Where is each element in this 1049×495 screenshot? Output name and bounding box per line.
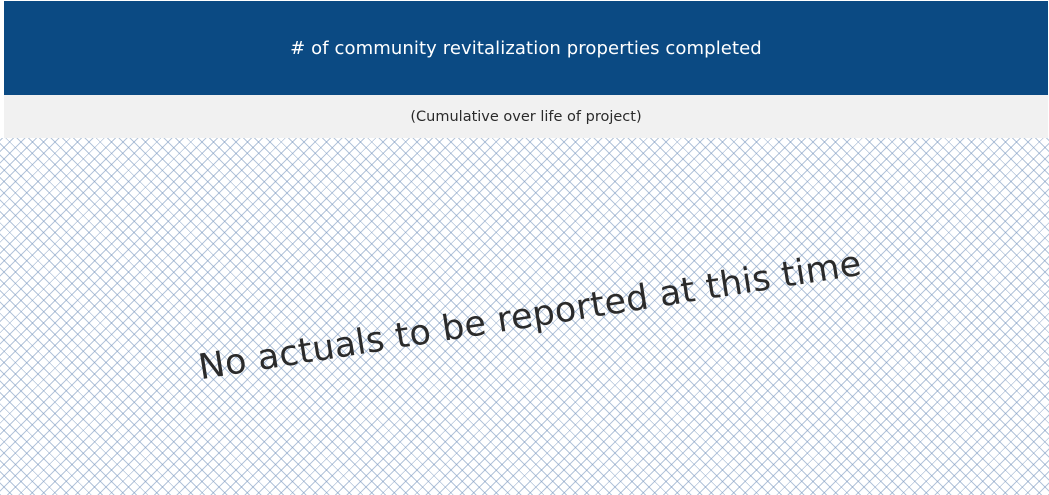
chart-subtitle: (Cumulative over life of project) [410,108,642,125]
header-bar: # of community revitalization properties… [4,1,1048,95]
subheader-bar: (Cumulative over life of project) [4,95,1048,138]
chart-title: # of community revitalization properties… [290,37,762,59]
chart-panel: # of community revitalization properties… [0,0,1049,495]
